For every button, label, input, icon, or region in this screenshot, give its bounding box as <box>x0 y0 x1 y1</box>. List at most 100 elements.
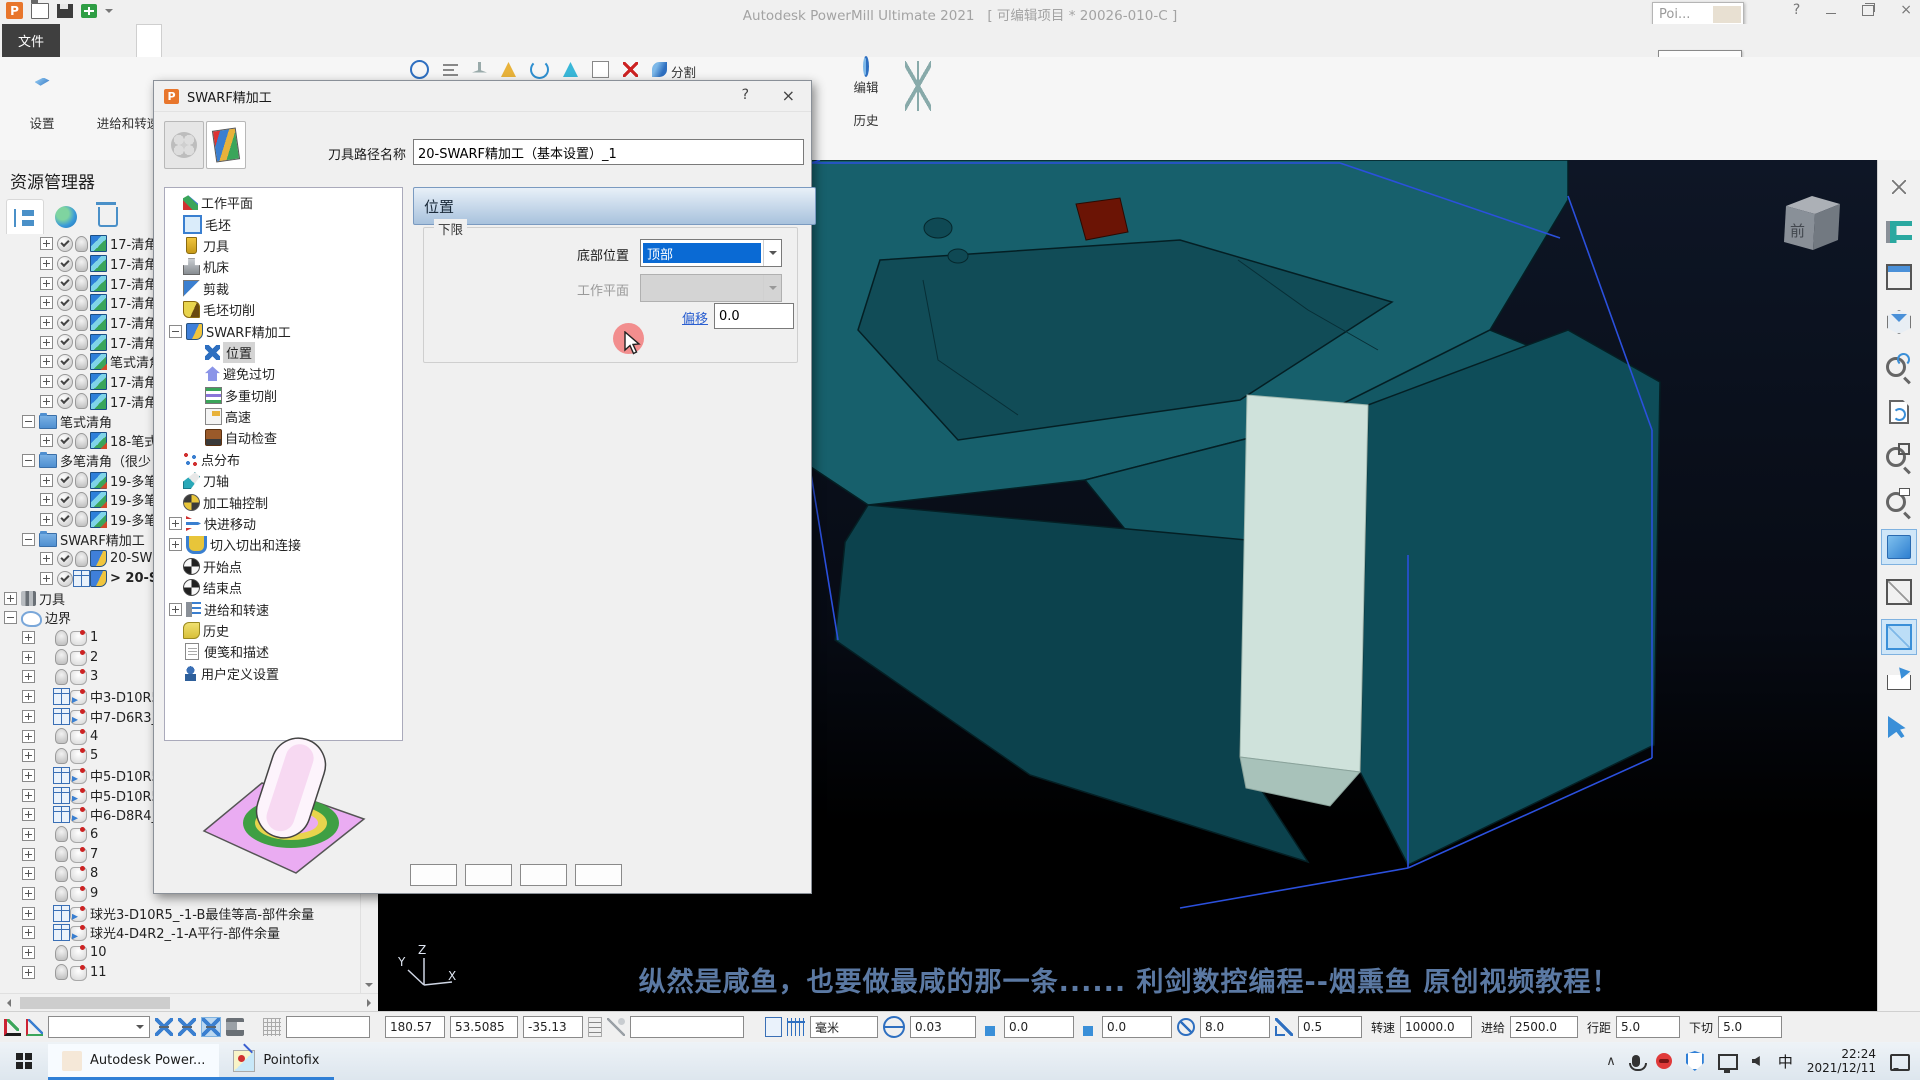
toolpath-name-input[interactable] <box>413 139 804 165</box>
menu-tab[interactable] <box>186 24 210 57</box>
expand-icon[interactable] <box>40 572 53 585</box>
expand-icon[interactable] <box>22 670 35 683</box>
settings-tree-row[interactable]: 开始点 <box>165 556 402 577</box>
expand-icon[interactable] <box>40 296 53 309</box>
settings-tree-row[interactable]: 位置 <box>165 342 402 363</box>
feed-field[interactable]: 2500.0 <box>1510 1016 1578 1038</box>
collapse-icon[interactable] <box>4 611 17 624</box>
expand-icon[interactable] <box>22 887 35 900</box>
view-z-icon[interactable] <box>201 1017 221 1037</box>
tray-expand-icon[interactable]: ∧ <box>1606 1054 1616 1069</box>
units-field[interactable]: 毫米 <box>810 1016 878 1038</box>
dialog-action-button[interactable] <box>575 864 622 886</box>
settings-tree-row[interactable]: 避免过切 <box>165 363 402 384</box>
expand-icon[interactable] <box>22 828 35 841</box>
expand-icon[interactable] <box>22 867 35 880</box>
offset-link[interactable]: 偏移 <box>682 308 708 327</box>
expand-icon[interactable] <box>40 513 53 526</box>
tab-file[interactable]: 文件 <box>2 24 60 57</box>
expand-icon[interactable] <box>22 730 35 743</box>
settings-tree-row[interactable]: 便笺和描述 <box>165 641 402 662</box>
cursor-z-field[interactable]: -35.13 <box>523 1016 583 1038</box>
menu-tab[interactable] <box>112 24 136 57</box>
settings-tree-row[interactable]: 快进移动 <box>165 513 402 534</box>
expand-icon[interactable] <box>40 552 53 565</box>
ribbon-mini-button[interactable] <box>472 62 487 81</box>
network-tray-icon[interactable] <box>1718 1054 1738 1070</box>
expand-icon[interactable] <box>22 808 35 821</box>
view-tool-button[interactable] <box>1881 484 1917 520</box>
help-button[interactable]: ? <box>1793 2 1800 18</box>
restore-button[interactable] <box>1862 5 1874 16</box>
menu-tab[interactable] <box>426 24 450 57</box>
measure-field[interactable] <box>630 1016 744 1038</box>
expand-icon[interactable] <box>40 355 53 368</box>
expand-icon[interactable] <box>22 789 35 802</box>
ime-indicator[interactable]: 中 <box>1778 1051 1793 1072</box>
menu-tab[interactable] <box>88 24 112 57</box>
settings-tree-row[interactable]: SWARF精加工 <box>165 320 402 341</box>
view-tool-button[interactable] <box>1881 619 1917 655</box>
settings-tree-row[interactable]: 用户定义设置 <box>165 663 402 684</box>
expand-icon[interactable] <box>22 926 35 939</box>
taskbar-app-button[interactable]: Autodesk Power... <box>48 1044 219 1080</box>
close-button[interactable]: × <box>1900 2 1912 18</box>
settings-tree-row[interactable]: 刀具 <box>165 235 402 256</box>
start-button[interactable] <box>0 1042 48 1080</box>
scroll-left-icon[interactable] <box>3 999 11 1007</box>
tree-row[interactable]: 11 <box>0 962 361 982</box>
expand-icon[interactable] <box>40 237 53 250</box>
explorer-tree-tab[interactable] <box>6 199 44 237</box>
scroll-down-icon[interactable] <box>365 983 373 991</box>
settings-tree-row[interactable]: 剪裁 <box>165 278 402 299</box>
ribbon-mini-button[interactable] <box>443 62 458 81</box>
expand-icon[interactable] <box>169 603 182 616</box>
settings-tree-row[interactable]: 机床 <box>165 256 402 277</box>
calculator-icon[interactable] <box>765 1017 782 1037</box>
expand-icon[interactable] <box>22 710 35 723</box>
view-tool-button[interactable] <box>1881 574 1917 610</box>
menu-tab[interactable] <box>402 24 426 57</box>
stock-field[interactable]: 0.0 <box>1102 1016 1172 1038</box>
view-y-icon[interactable] <box>178 1018 196 1036</box>
dialog-action-button[interactable] <box>465 864 512 886</box>
expand-icon[interactable] <box>40 434 53 447</box>
menu-tab[interactable] <box>136 24 162 57</box>
settings-tree-row[interactable]: 加工轴控制 <box>165 491 402 512</box>
settings-tree-row[interactable]: 历史 <box>165 620 402 641</box>
grid-size-field[interactable] <box>286 1016 370 1038</box>
view-tool-button[interactable] <box>1881 304 1917 340</box>
menu-tab[interactable] <box>378 24 402 57</box>
ribbon-mini-button[interactable] <box>501 62 516 81</box>
clamp-icon[interactable] <box>226 1018 244 1036</box>
volume-tray-icon[interactable] <box>1752 1056 1760 1066</box>
collapse-icon[interactable] <box>169 325 182 338</box>
qat-dropdown-icon[interactable] <box>105 9 113 17</box>
expand-icon[interactable] <box>22 907 35 920</box>
menu-tab[interactable] <box>306 24 330 57</box>
ribbon-mini-button[interactable] <box>623 62 638 81</box>
ribbon-mini-button[interactable] <box>563 62 578 81</box>
expand-icon[interactable] <box>22 946 35 959</box>
expand-icon[interactable] <box>40 474 53 487</box>
clock[interactable]: 22:242021/12/11 <box>1807 1047 1876 1075</box>
settings-tree-row[interactable]: 刀轴 <box>165 470 402 491</box>
view-tool-button[interactable] <box>1881 394 1917 430</box>
menu-tab[interactable] <box>210 24 234 57</box>
explorer-horizontal-scrollbar[interactable] <box>0 993 378 1012</box>
menu-tab[interactable] <box>450 24 474 57</box>
explorer-web-tab[interactable] <box>48 199 84 235</box>
expand-icon[interactable] <box>40 257 53 270</box>
expand-icon[interactable] <box>169 517 182 530</box>
expand-icon[interactable] <box>22 651 35 664</box>
menu-tab[interactable] <box>474 24 498 57</box>
expand-icon[interactable] <box>22 631 35 644</box>
history-label[interactable]: 历史 <box>836 110 896 129</box>
menu-tab[interactable] <box>234 24 258 57</box>
expand-icon[interactable] <box>22 749 35 762</box>
thickness-field[interactable]: 0.0 <box>1004 1016 1074 1038</box>
chevron-down-icon[interactable] <box>763 240 781 266</box>
expand-icon[interactable] <box>4 592 17 605</box>
view-tool-button[interactable] <box>1881 214 1917 250</box>
explorer-trash-tab[interactable] <box>90 199 126 235</box>
